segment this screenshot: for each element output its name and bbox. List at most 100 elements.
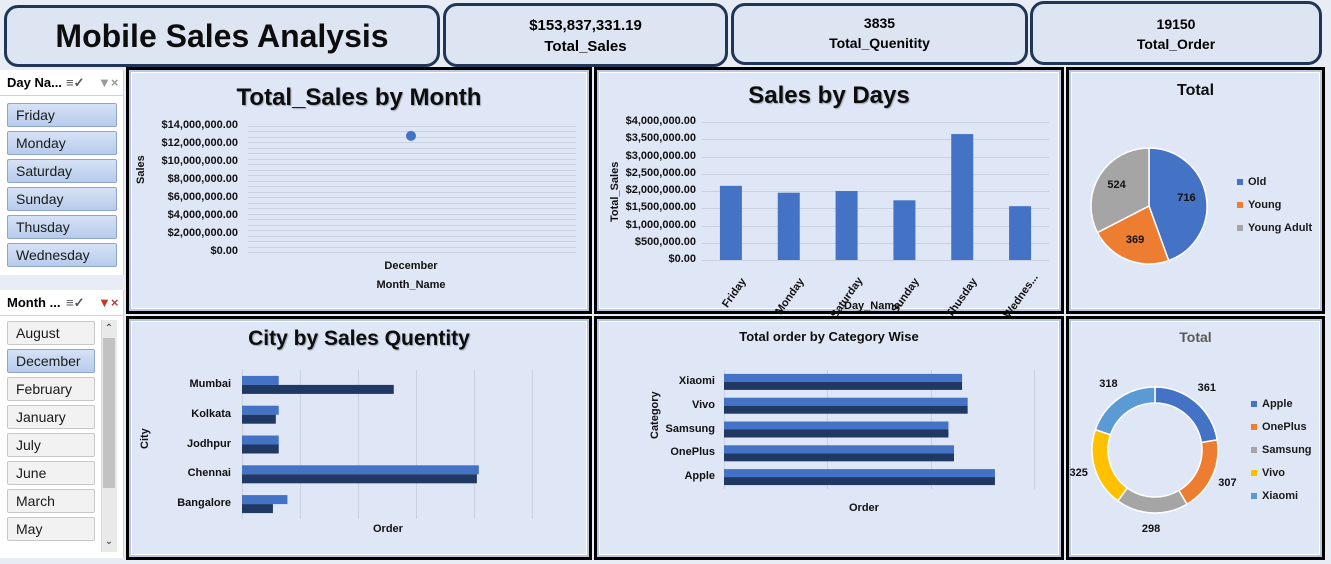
bar-samsung-series1 <box>724 421 949 430</box>
slice-vivo <box>1091 428 1129 502</box>
city-quantity-plot <box>242 375 479 514</box>
legend-label: Samsung <box>1262 444 1312 456</box>
month-slicer-title: Month ... <box>7 295 61 310</box>
slicer-item-monday[interactable]: Monday <box>7 131 117 155</box>
day-slicer-title: Day Na... <box>7 75 62 90</box>
bar-wednes <box>1009 206 1032 260</box>
kpi-total-quantity-value: 3835 <box>863 15 896 31</box>
slicer-item-saturday[interactable]: Saturday <box>7 159 117 183</box>
slicer-item-july[interactable]: July <box>7 433 95 457</box>
bar-chennai-series1 <box>242 465 479 475</box>
legend-item: Young Adult <box>1237 222 1312 234</box>
legend-item: Xiaomi <box>1251 490 1298 502</box>
slicer-item-january[interactable]: January <box>7 405 95 429</box>
legend-label: Young Adult <box>1248 222 1313 234</box>
bar-friday <box>719 185 742 260</box>
kpi-total-quantity: 3835 Total_Quenitity <box>731 3 1028 65</box>
kpi-total-order-value: 19150 <box>1156 16 1196 32</box>
bar-vivo-series2 <box>724 405 968 414</box>
bar-apple-series1 <box>724 469 995 478</box>
legend-swatch <box>1251 401 1257 407</box>
slice-value-label: 716 <box>1177 192 1196 205</box>
kpi-total-sales-label: Total_Sales <box>544 38 627 55</box>
multi-select-icon[interactable]: ≡✓ <box>66 295 84 311</box>
slice-samsung <box>1116 486 1189 514</box>
kpi-total-quantity-label: Total_Quenitity <box>829 35 930 51</box>
legend-label: Old <box>1248 176 1267 188</box>
legend-label: Apple <box>1262 398 1293 410</box>
scroll-up-icon[interactable]: ⌃ <box>102 323 116 334</box>
data-point-december <box>406 130 416 141</box>
month-slicer: Month ... ≡✓ ▼× August December February… <box>0 290 124 558</box>
kpi-total-order: 19150 Total_Order <box>1030 1 1322 65</box>
legend-swatch <box>1237 202 1243 208</box>
slicer-item-march[interactable]: March <box>7 489 95 513</box>
bar-apple-series2 <box>724 477 995 486</box>
legend-item: Young <box>1237 199 1281 211</box>
legend-item: OnePlus <box>1251 421 1307 433</box>
legend-item: Vivo <box>1251 467 1285 479</box>
legend-swatch <box>1251 447 1257 453</box>
bar-monday <box>777 192 800 260</box>
legend-swatch <box>1237 225 1243 231</box>
clear-filter-icon[interactable]: ▼× <box>98 295 118 310</box>
kpi-total-sales-value: $153,837,331.19 <box>529 17 642 34</box>
sales-by-month-panel: Total_Sales by Month $14,000,000.00 $12,0… <box>126 67 592 314</box>
legend-swatch <box>1251 470 1257 476</box>
bar-xiaomi-series1 <box>724 373 963 382</box>
slicer-item-may[interactable]: May <box>7 517 95 541</box>
slicer-item-august[interactable]: August <box>7 321 95 345</box>
slice-value-label: 298 <box>1141 522 1161 535</box>
bar-sunday <box>893 200 916 260</box>
slicer-item-wednesday[interactable]: Wednesday <box>7 243 117 267</box>
legend-swatch <box>1251 493 1257 499</box>
slice-value-label: 307 <box>1218 476 1237 489</box>
bar-xiaomi-series2 <box>724 381 963 390</box>
slicer-item-february[interactable]: February <box>7 377 95 401</box>
scroll-down-icon[interactable]: ⌄ <box>102 536 116 547</box>
slice-value-label: 325 <box>1069 467 1088 480</box>
legend-label: Vivo <box>1262 467 1286 479</box>
day-slicer-header: Day Na... ≡✓ ▼× <box>0 70 123 96</box>
sales-by-days-panel: Sales by Days $4,000,000.00 $3,500,000.00… <box>594 67 1064 321</box>
legend-item: Old <box>1237 176 1266 188</box>
legend-label: OnePlus <box>1262 421 1307 433</box>
slice-value-label: 361 <box>1197 382 1216 395</box>
multi-select-icon[interactable]: ≡✓ <box>66 75 84 91</box>
dashboard-title: Mobile Sales Analysis <box>4 5 440 67</box>
bar-vivo-series1 <box>724 397 968 406</box>
slice-apple <box>1154 386 1219 444</box>
bar-oneplus-series1 <box>724 445 955 454</box>
slicer-item-june[interactable]: June <box>7 461 95 485</box>
legend-label: Young <box>1248 199 1282 211</box>
slice-value-label: 369 <box>1125 234 1145 247</box>
kpi-total-order-label: Total_Order <box>1136 36 1216 52</box>
bar-bangalore-series2 <box>242 504 273 514</box>
legend-label: Xiaomi <box>1262 490 1299 502</box>
slicer-item-friday[interactable]: Friday <box>7 103 117 127</box>
clear-filter-icon[interactable]: ▼× <box>98 75 118 90</box>
bar-kolkata-series1 <box>242 405 279 415</box>
day-slicer: Day Na... ≡✓ ▼× Friday Monday Saturday S… <box>0 70 124 275</box>
month-slicer-header: Month ... ≡✓ ▼× <box>0 290 123 316</box>
legend-item: Apple <box>1251 398 1293 410</box>
category-order-panel: Total order by Category Wise Xiaomi Vivo S… <box>594 316 1064 560</box>
category-order-plot <box>724 373 995 486</box>
bar-saturday <box>835 191 858 260</box>
bar-jodhpur-series1 <box>242 435 279 445</box>
brand-donut-panel: Total 361 307 298 325 318 Apple OnePlus Samsun… <box>1066 316 1325 560</box>
legend-swatch <box>1251 424 1257 430</box>
kpi-total-sales: $153,837,331.19 Total_Sales <box>443 3 728 67</box>
bar-bangalore-series1 <box>242 495 288 505</box>
slicer-item-thusday[interactable]: Thusday <box>7 215 117 239</box>
bar-thusday <box>951 134 974 260</box>
slice-value-label: 524 <box>1107 179 1126 192</box>
sales-by-days-plot <box>719 134 1032 260</box>
slice-xiaomi <box>1094 386 1156 436</box>
slicer-item-december[interactable]: December <box>7 349 95 373</box>
slice-value-label: 318 <box>1099 377 1118 390</box>
bar-samsung-series2 <box>724 429 949 438</box>
slicer-item-sunday[interactable]: Sunday <box>7 187 117 211</box>
bar-jodhpur-series2 <box>242 444 279 454</box>
scroll-thumb[interactable] <box>103 338 115 488</box>
